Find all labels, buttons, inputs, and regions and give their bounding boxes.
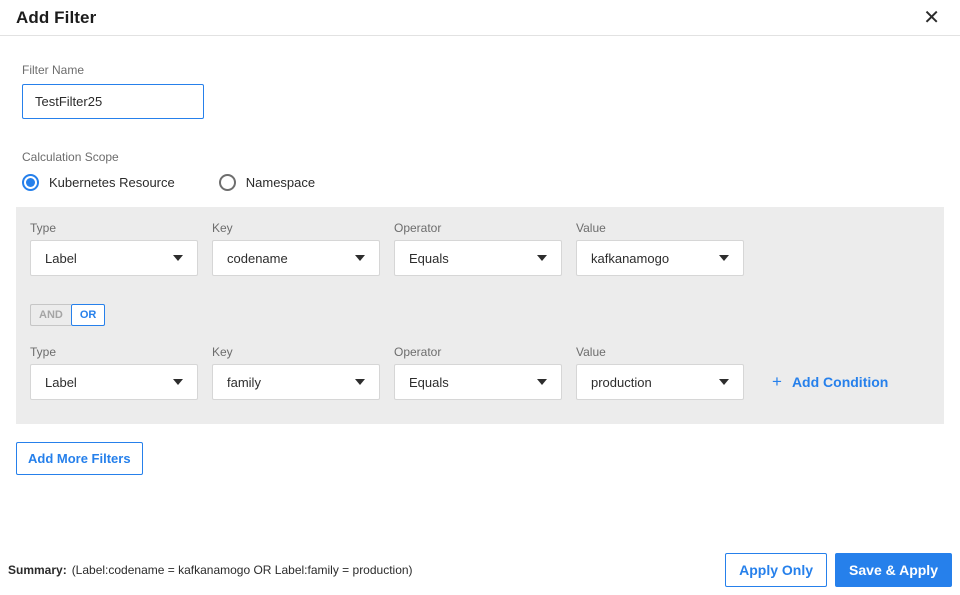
dropdown-value: Equals [409,250,449,266]
operator-column-label: Operator [394,345,442,359]
operator-column-label: Operator [394,221,442,235]
apply-only-button[interactable]: Apply Only [725,553,828,587]
chevron-down-icon [537,255,547,261]
add-filter-dialog: Add Filter ✕ Filter Name Calculation Sco… [0,0,960,587]
chevron-down-icon [355,255,365,261]
type-dropdown[interactable]: Label [30,364,198,400]
summary-text: (Label:codename = kafkanamogo OR Label:f… [71,563,413,577]
value-dropdown[interactable]: kafkanamogo [576,240,744,276]
logic-toggle: AND OR [30,304,930,326]
chevron-down-icon [355,379,365,385]
calculation-scope-section: Calculation Scope Kubernetes Resource Na… [22,150,960,191]
filter-name-section: Filter Name [22,63,960,119]
key-dropdown[interactable]: family [212,364,380,400]
or-toggle-button[interactable]: OR [70,304,106,326]
footer-actions: Apply Only Save & Apply [725,553,952,587]
value-column-label: Value [576,345,606,359]
radio-label: Namespace [245,175,316,190]
dropdown-value: family [227,374,261,390]
and-toggle-button[interactable]: AND [30,304,71,326]
key-dropdown[interactable]: codename [212,240,380,276]
dropdown-value: Equals [409,374,449,390]
radio-unselected-icon [218,174,236,191]
page-title: Add Filter [16,7,97,27]
add-condition-button[interactable]: + Add Condition [772,373,888,390]
dropdown-value: Label [45,250,77,266]
condition-row-2: Type Label Key family Operator Equals Va… [30,345,930,400]
filter-name-input[interactable] [22,84,204,119]
radio-kubernetes-resource[interactable]: Kubernetes Resource [22,174,175,191]
type-column-label: Type [30,221,57,235]
radio-namespace[interactable]: Namespace [218,174,316,191]
dropdown-value: kafkanamogo [591,250,670,266]
chevron-down-icon [173,255,183,261]
type-dropdown[interactable]: Label [30,240,198,276]
summary-label: Summary: [8,563,67,577]
radio-selected-icon [22,174,39,191]
dialog-footer: Summary: (Label:codename = kafkanamogo OR… [0,553,960,587]
plus-icon: + [772,372,782,391]
close-icon[interactable]: ✕ [919,6,944,30]
dialog-header: Add Filter ✕ [0,0,960,36]
add-more-filters-button[interactable]: Add More Filters [16,442,143,475]
calculation-scope-options: Kubernetes Resource Namespace [22,174,960,191]
dropdown-value: Label [45,374,77,390]
type-column-label: Type [30,345,57,359]
dropdown-value: codename [227,250,288,266]
chevron-down-icon [719,255,729,261]
calculation-scope-label: Calculation Scope [22,150,119,164]
key-column-label: Key [212,345,233,359]
dropdown-value: production [591,374,652,390]
value-column-label: Value [576,221,606,235]
operator-dropdown[interactable]: Equals [394,240,562,276]
condition-row-1: Type Label Key codename Operator Equals [30,221,930,276]
radio-label: Kubernetes Resource [49,175,175,190]
filter-name-label: Filter Name [22,63,85,77]
key-column-label: Key [212,221,233,235]
chevron-down-icon [537,379,547,385]
add-condition-label: Add Condition [791,373,889,390]
value-dropdown[interactable]: production [576,364,744,400]
chevron-down-icon [719,379,729,385]
summary: Summary: (Label:codename = kafkanamogo OR… [8,563,413,577]
chevron-down-icon [173,379,183,385]
operator-dropdown[interactable]: Equals [394,364,562,400]
save-apply-button[interactable]: Save & Apply [835,553,952,587]
conditions-panel: Type Label Key codename Operator Equals [16,207,944,424]
